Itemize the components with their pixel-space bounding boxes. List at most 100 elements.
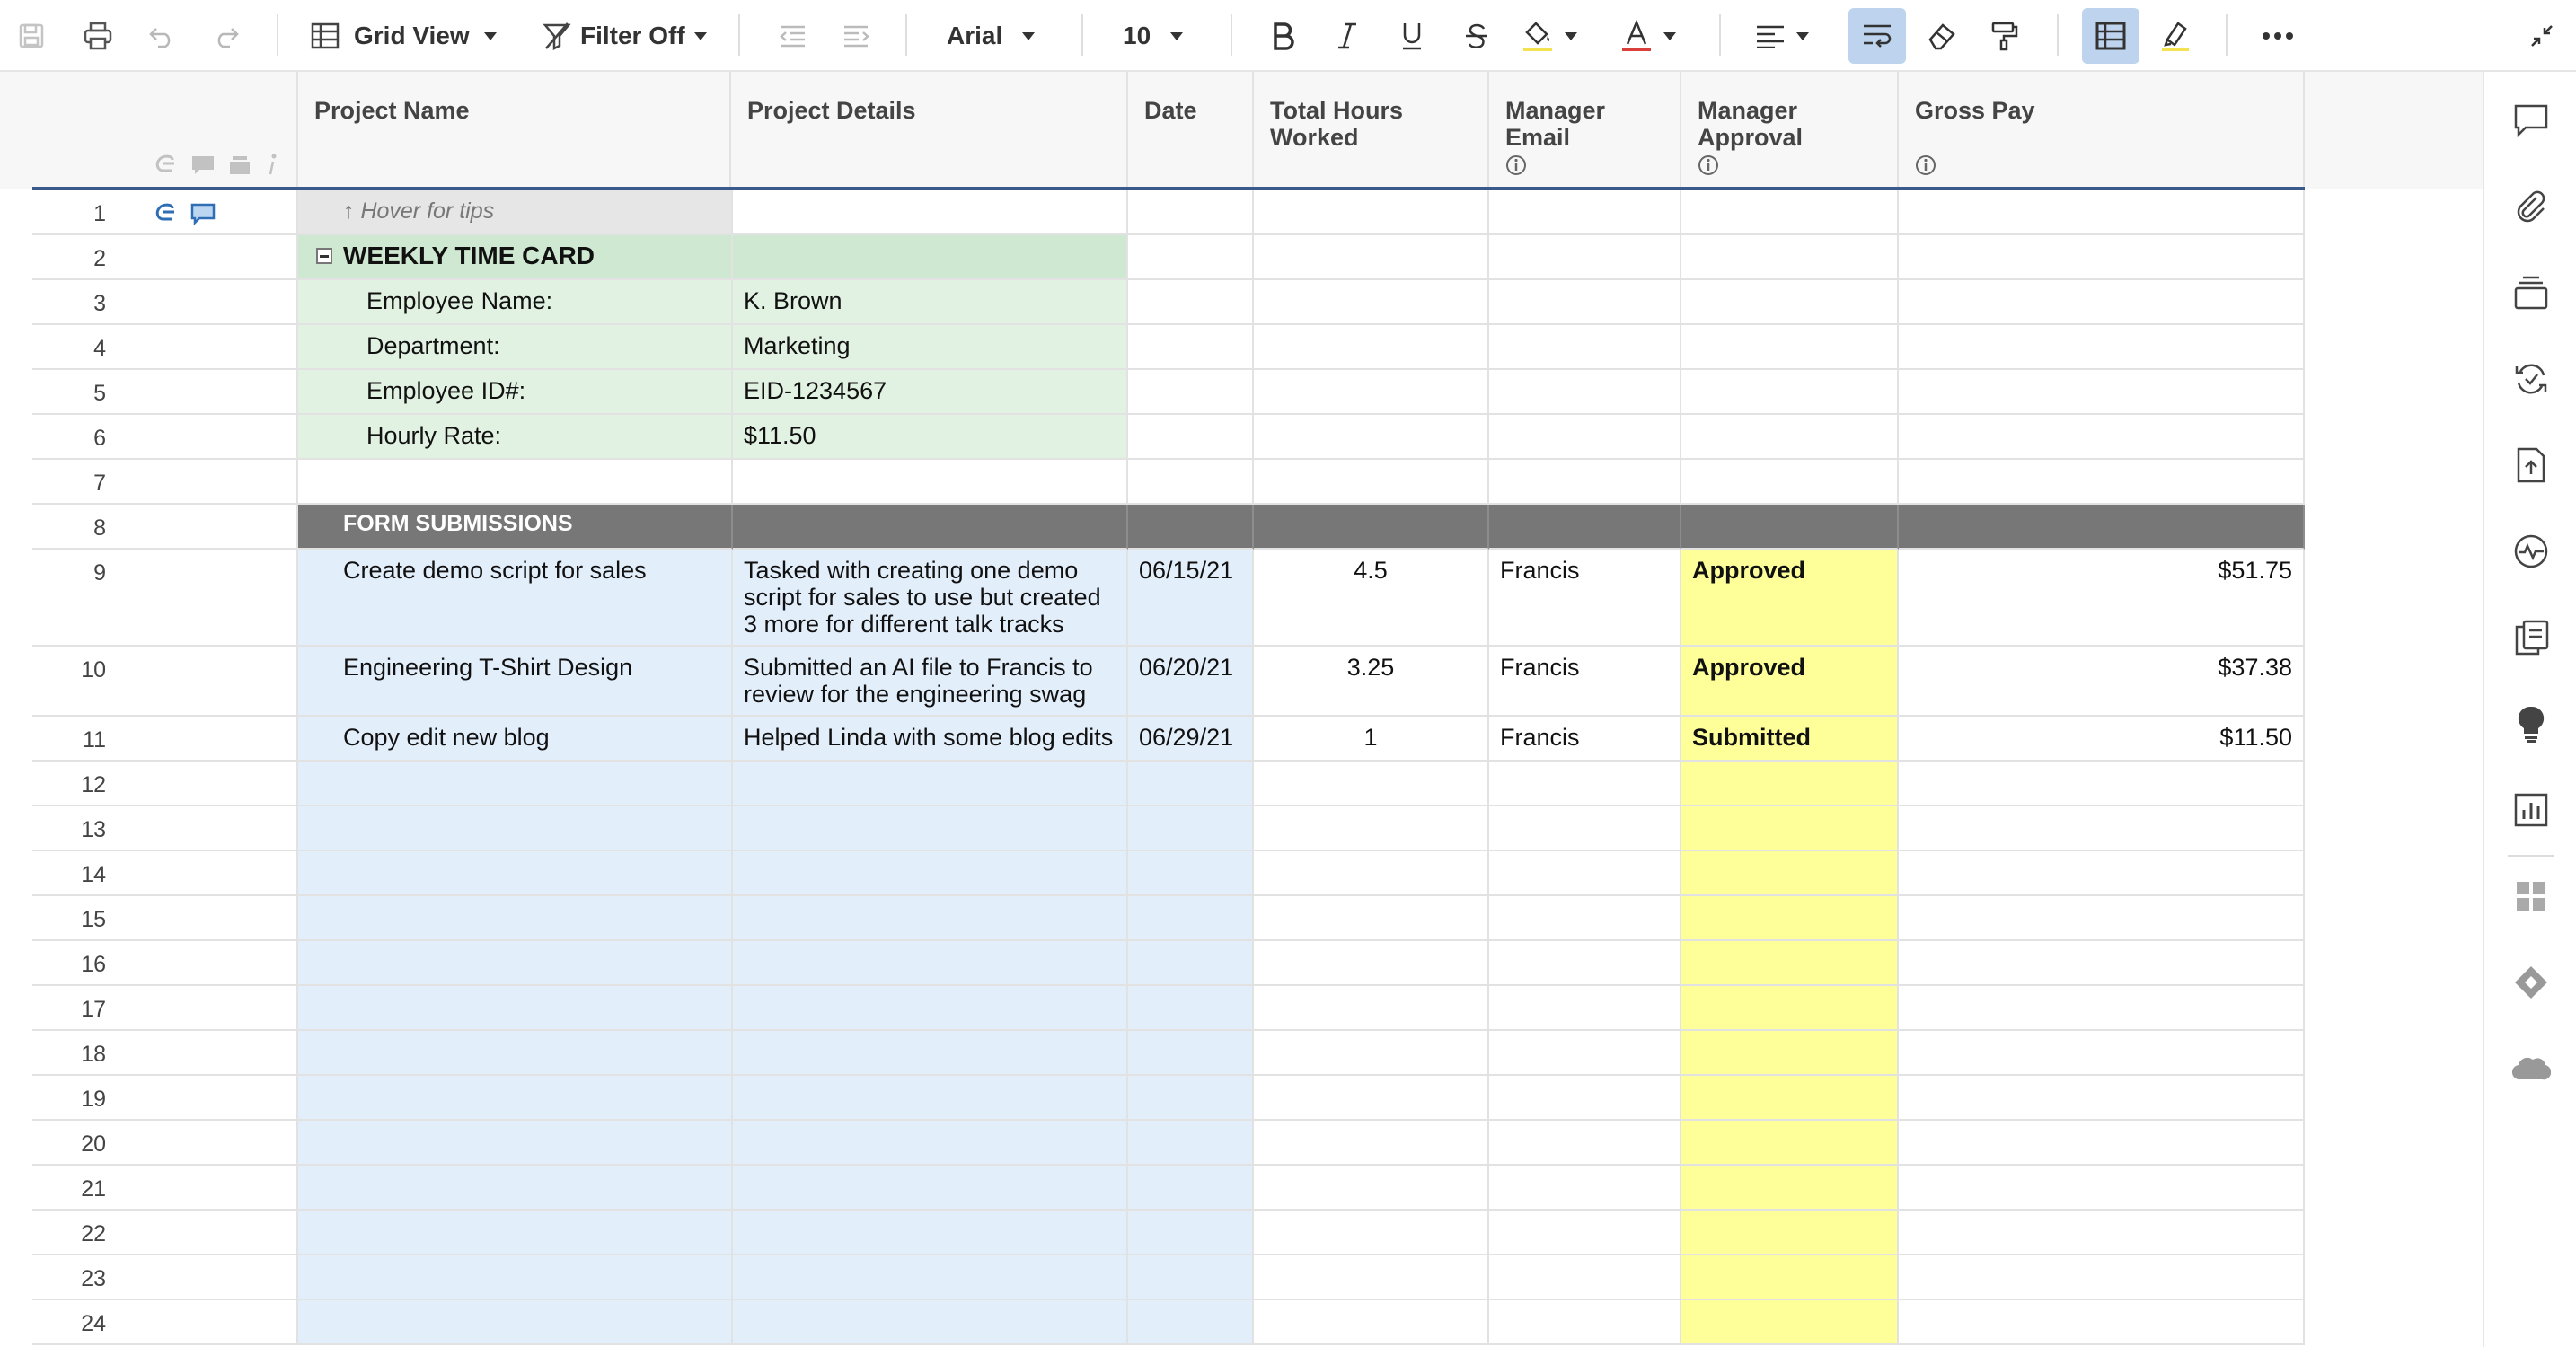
row-number[interactable]: 17	[32, 986, 298, 1031]
table-row[interactable]: 17	[32, 986, 2305, 1031]
cell-project-details[interactable]	[733, 1255, 1128, 1300]
cell-manager-approval[interactable]	[1681, 806, 1899, 851]
cell-project-details[interactable]	[733, 1121, 1128, 1166]
table-row[interactable]: 8 FORM SUBMISSIONS	[32, 505, 2305, 550]
forms-icon[interactable]	[2510, 616, 2553, 659]
publish-icon[interactable]	[2510, 444, 2553, 487]
cell-manager-approval[interactable]	[1681, 370, 1899, 415]
cell-manager-email[interactable]	[1489, 1031, 1681, 1076]
cell-date[interactable]	[1128, 851, 1254, 896]
cell-gross-pay[interactable]: $51.75	[1899, 550, 2305, 647]
underline-icon[interactable]	[1392, 0, 1432, 72]
cell-project-name[interactable]: FORM SUBMISSIONS	[298, 505, 733, 550]
proofs-icon[interactable]	[2510, 271, 2553, 314]
cell-gross-pay[interactable]	[1899, 190, 2305, 235]
cell-date[interactable]: 06/29/21	[1128, 717, 1254, 762]
cell-total-hours[interactable]	[1254, 1121, 1489, 1166]
text-color-dropdown[interactable]	[1620, 0, 1692, 72]
cell-project-name[interactable]	[298, 986, 733, 1031]
cell-manager-email[interactable]	[1489, 806, 1681, 851]
table-row[interactable]: 12	[32, 762, 2305, 806]
table-row[interactable]: 15	[32, 896, 2305, 941]
cell-manager-approval[interactable]	[1681, 1076, 1899, 1121]
cell-date[interactable]	[1128, 415, 1254, 460]
row-number[interactable]: 19	[32, 1076, 298, 1121]
cell-manager-email[interactable]	[1489, 986, 1681, 1031]
row-number[interactable]: 12	[32, 762, 298, 806]
row-number[interactable]: 5	[32, 370, 298, 415]
cell-project-name[interactable]	[298, 1076, 733, 1121]
column-header-manager-approval[interactable]: Manager Approval	[1698, 97, 1823, 181]
row-number[interactable]: 15	[32, 896, 298, 941]
cell-date[interactable]	[1128, 1076, 1254, 1121]
cell-date[interactable]	[1128, 235, 1254, 280]
cell-manager-email[interactable]	[1489, 851, 1681, 896]
cell-gross-pay[interactable]	[1899, 941, 2305, 986]
cell-manager-email[interactable]: Francis	[1489, 717, 1681, 762]
cell-project-name[interactable]	[298, 762, 733, 806]
highlight-changes-icon[interactable]	[2156, 0, 2195, 72]
cell-manager-approval[interactable]	[1681, 762, 1899, 806]
cell-project-name[interactable]: Engineering T-Shirt Design	[298, 647, 733, 717]
cell-project-name[interactable]: Employee Name:	[298, 280, 733, 325]
cell-total-hours[interactable]	[1254, 762, 1489, 806]
info-icon[interactable]	[1505, 154, 1622, 181]
cell-total-hours[interactable]	[1254, 370, 1489, 415]
table-row[interactable]: 16	[32, 941, 2305, 986]
cell-date[interactable]	[1128, 1166, 1254, 1211]
cell-project-details[interactable]: Submitted an AI file to Francis to revie…	[733, 647, 1128, 717]
cell-date[interactable]	[1128, 190, 1254, 235]
cell-total-hours[interactable]	[1254, 1300, 1489, 1345]
cell-project-name[interactable]	[298, 896, 733, 941]
cell-gross-pay[interactable]	[1899, 415, 2305, 460]
cell-date[interactable]	[1128, 941, 1254, 986]
cell-gross-pay[interactable]	[1899, 505, 2305, 550]
cell-gross-pay[interactable]	[1899, 1031, 2305, 1076]
cell-project-name[interactable]	[298, 1211, 733, 1255]
comment-icon[interactable]	[190, 203, 216, 224]
cell-date[interactable]	[1128, 370, 1254, 415]
cell-date[interactable]	[1128, 1300, 1254, 1345]
cell-project-name[interactable]	[298, 806, 733, 851]
cell-gross-pay[interactable]	[1899, 806, 2305, 851]
cell-project-name[interactable]: Create demo script for sales	[298, 550, 733, 647]
column-header-project-details[interactable]: Project Details	[747, 97, 1107, 124]
cell-project-name[interactable]	[298, 1255, 733, 1300]
salesforce-connector-icon[interactable]	[2510, 1047, 2553, 1090]
cell-project-details[interactable]	[733, 851, 1128, 896]
activity-log-icon[interactable]	[2510, 357, 2553, 401]
row-number[interactable]: 18	[32, 1031, 298, 1076]
cell-date[interactable]	[1128, 460, 1254, 505]
table-row[interactable]: 13	[32, 806, 2305, 851]
table-row[interactable]: 21	[32, 1166, 2305, 1211]
cell-manager-email[interactable]	[1489, 460, 1681, 505]
cell-gross-pay[interactable]	[1899, 280, 2305, 325]
cell-total-hours[interactable]	[1254, 896, 1489, 941]
apps-grid-icon[interactable]	[2510, 875, 2553, 918]
cell-project-name[interactable]	[298, 1300, 733, 1345]
cell-project-name[interactable]: Department:	[298, 325, 733, 370]
cell-project-details[interactable]	[733, 1300, 1128, 1345]
cell-project-details[interactable]	[733, 1211, 1128, 1255]
table-row[interactable]: 4 Department: Marketing	[32, 325, 2305, 370]
table-row[interactable]: 14	[32, 851, 2305, 896]
cell-date[interactable]: 06/15/21	[1128, 550, 1254, 647]
cell-manager-approval[interactable]	[1681, 190, 1899, 235]
cell-manager-approval[interactable]	[1681, 851, 1899, 896]
cell-manager-email[interactable]	[1489, 190, 1681, 235]
align-dropdown[interactable]	[1755, 0, 1827, 72]
row-number[interactable]: 8	[32, 505, 298, 550]
cell-project-details[interactable]	[733, 1031, 1128, 1076]
cell-manager-approval[interactable]: Approved	[1681, 647, 1899, 717]
info-icon[interactable]	[1915, 154, 2184, 181]
row-number[interactable]: 22	[32, 1211, 298, 1255]
cell-manager-approval[interactable]	[1681, 505, 1899, 550]
cell-total-hours[interactable]	[1254, 941, 1489, 986]
cell-date[interactable]	[1128, 280, 1254, 325]
table-row[interactable]: 9 Create demo script for sales Tasked with…	[32, 550, 2305, 647]
column-header-gross-pay[interactable]: Gross Pay	[1915, 97, 2184, 181]
attachments-icon[interactable]	[2510, 185, 2553, 228]
table-row[interactable]: 11 Copy edit new blog Helped Linda with so…	[32, 717, 2305, 762]
cell-manager-email[interactable]	[1489, 370, 1681, 415]
cell-project-details[interactable]: K. Brown	[733, 280, 1128, 325]
